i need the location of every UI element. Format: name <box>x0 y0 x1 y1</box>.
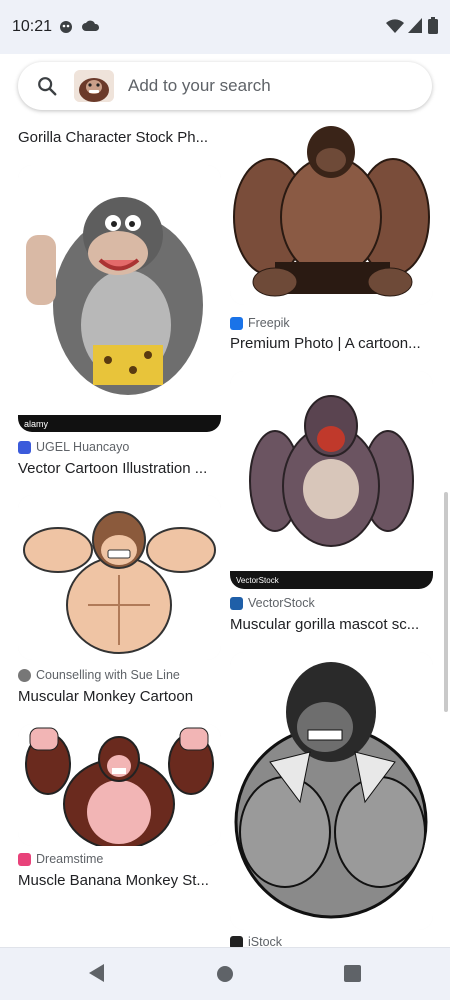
result-source[interactable]: VectorStock <box>230 596 315 610</box>
ugel-favicon-icon <box>18 440 31 454</box>
cloud-icon <box>82 20 100 31</box>
result-source[interactable]: Dreamstime <box>18 852 103 866</box>
signal-icon <box>408 18 422 33</box>
result-title[interactable]: Muscle Banana Monkey St... <box>18 872 213 889</box>
result-image-gorilla-mascot[interactable]: VectorStock <box>230 371 433 589</box>
result-image-gorilla-thumbs-up[interactable]: alamy <box>18 165 221 432</box>
status-time: 10:21 <box>12 18 53 35</box>
result-image-muscle-banana-monkey[interactable] <box>18 724 221 846</box>
result-image-muscular-monkey[interactable] <box>18 495 221 660</box>
search-bar[interactable]: Add to your search <box>18 62 432 110</box>
globe-icon <box>18 668 31 682</box>
vectorstock-watermark: VectorStock <box>236 576 280 585</box>
search-icon[interactable] <box>36 75 58 97</box>
istock-favicon-icon <box>230 935 243 947</box>
search-placeholder[interactable]: Add to your search <box>128 76 271 96</box>
result-source[interactable]: UGEL Huancayo <box>18 440 129 454</box>
result-source[interactable]: Counselling with Sue Line <box>18 668 180 682</box>
freepik-favicon-icon <box>230 316 243 330</box>
system-nav-bar <box>0 947 450 1000</box>
image-results-grid: Gorilla Character Stock Ph... alamy UGEL… <box>0 122 450 947</box>
dreamstime-favicon-icon <box>18 852 31 866</box>
search-area: Add to your search <box>0 54 450 122</box>
scrollbar[interactable] <box>444 492 448 712</box>
alamy-watermark: alamy <box>24 419 49 429</box>
result-title[interactable]: Muscular gorilla mascot sc... <box>230 616 430 633</box>
back-icon[interactable] <box>87 963 105 983</box>
vectorstock-favicon-icon <box>230 596 243 610</box>
notification-icon <box>60 21 72 33</box>
result-title[interactable]: Premium Photo | A cartoon... <box>230 335 430 352</box>
result-title[interactable]: Gorilla Character Stock Ph... <box>18 129 213 146</box>
battery-icon <box>428 17 438 34</box>
wifi-icon <box>386 19 404 33</box>
result-image-premium-gorilla[interactable] <box>230 122 433 305</box>
result-title[interactable]: Muscular Monkey Cartoon <box>18 688 218 705</box>
result-source[interactable]: Freepik <box>230 316 290 330</box>
recents-icon[interactable] <box>344 965 361 982</box>
status-bar: 10:21 <box>0 0 450 54</box>
result-title[interactable]: Vector Cartoon Illustration ... <box>18 460 218 477</box>
search-image-thumbnail[interactable] <box>74 70 114 102</box>
result-source[interactable]: iStock <box>230 935 282 947</box>
result-image-bodybuilder-gorilla[interactable] <box>230 652 433 930</box>
home-icon[interactable] <box>216 965 234 983</box>
